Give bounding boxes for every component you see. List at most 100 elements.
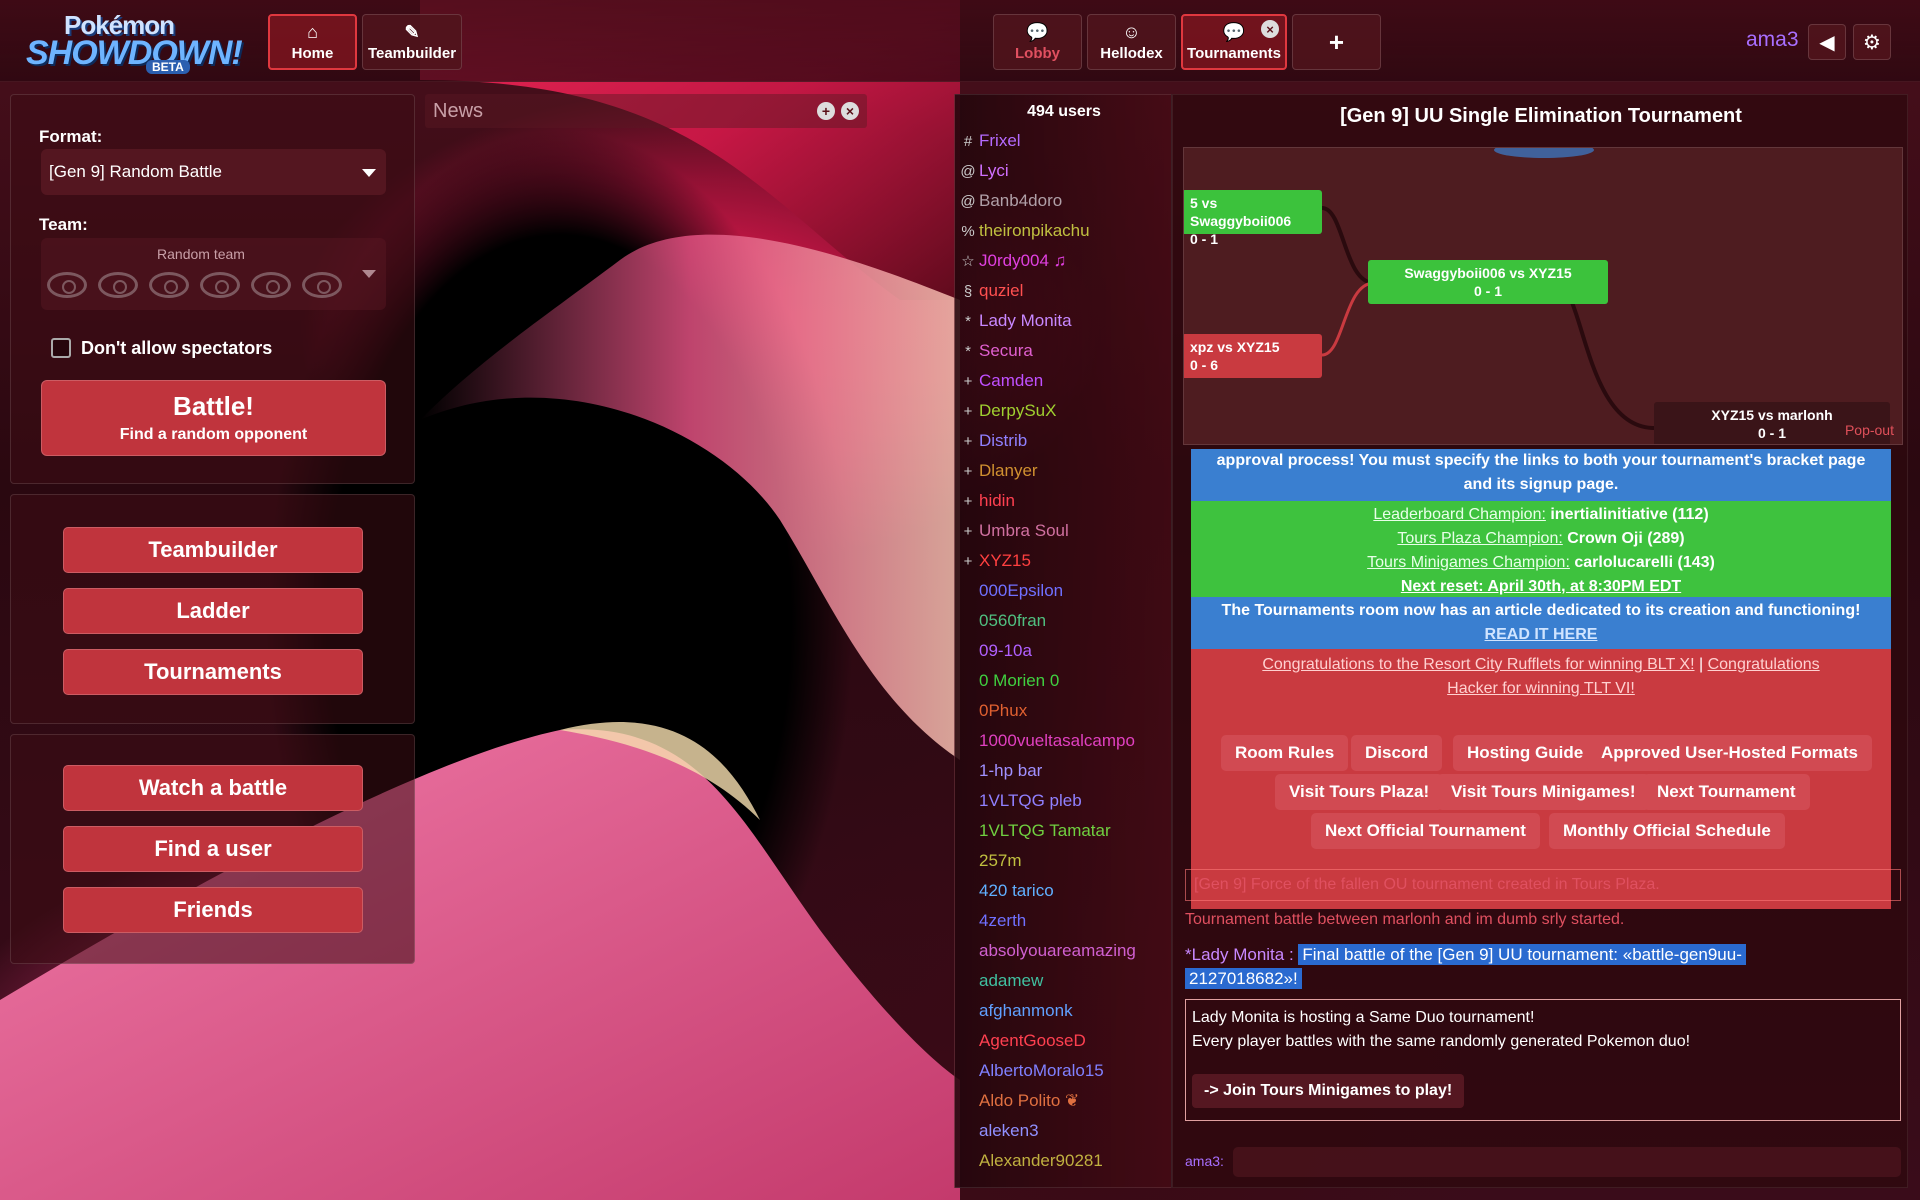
next-reset-link[interactable]: Next reset: April 30th, at 8:30PM EDT [1401, 578, 1681, 595]
userlist-item[interactable]: 000Epsilon [959, 581, 1063, 609]
userlist-item[interactable]: + hidin [959, 491, 1015, 519]
user-rank-symbol: + [963, 403, 973, 420]
userlist-item[interactable]: 257m [959, 851, 1022, 879]
userlist-item[interactable]: afghanmonk [959, 1001, 1073, 1029]
next-official-tournament-button[interactable]: Next Official Tournament [1311, 813, 1540, 849]
userlist-item[interactable]: + DerpySuX [959, 401, 1057, 429]
chat-message-text[interactable]: 2127018682»! [1185, 968, 1302, 989]
read-it-here-link[interactable]: READ IT HERE [1485, 626, 1598, 643]
chat-message-user[interactable]: *Lady Monita : [1185, 945, 1294, 964]
close-icon[interactable]: × [1261, 20, 1279, 38]
hosting-guide-button[interactable]: Hosting Guide [1453, 735, 1598, 771]
userlist-item[interactable]: * Secura [959, 341, 1033, 369]
userlist-item[interactable]: absolyouareamazing [959, 941, 1136, 969]
bracket-match[interactable]: xpz vs XYZ15 0 - 6 [1184, 334, 1322, 378]
congrats-rufflets-link[interactable]: Congratulations to the Resort City Ruffl… [1262, 656, 1694, 673]
visit-tours-minigames-button[interactable]: Visit Tours Minigames! [1437, 774, 1650, 810]
tab-lobby[interactable]: 💬 Lobby [993, 14, 1082, 70]
userlist-item[interactable]: AlbertoMoralo15 [959, 1061, 1104, 1089]
team-select[interactable]: Random team [41, 238, 386, 310]
teambuilder-button[interactable]: Teambuilder [63, 527, 363, 573]
discord-button[interactable]: Discord [1351, 735, 1443, 771]
nav-home-button[interactable]: ⌂ Home [268, 14, 357, 70]
format-select[interactable]: [Gen 9] Random Battle [41, 149, 386, 195]
bracket-match-players: 5 vs Swaggyboii006 [1190, 195, 1292, 229]
userlist-item[interactable]: ☆ J0rdy004 ♫ [959, 251, 1066, 279]
chat-notice-battle: Tournament battle between marlonh and im… [1185, 911, 1901, 929]
monthly-schedule-button[interactable]: Monthly Official Schedule [1549, 813, 1785, 849]
userlist-item[interactable]: + XYZ15 [959, 551, 1031, 579]
watch-battle-button[interactable]: Watch a battle [63, 765, 363, 811]
userlist-item[interactable]: 09-10a [959, 641, 1032, 669]
userlist-item[interactable]: 0Phux [959, 701, 1027, 729]
user-name: Secura [979, 341, 1033, 360]
bracket-match[interactable]: 5 vs Swaggyboii006 0 - 1 [1184, 190, 1322, 247]
user-name: Umbra Soul [979, 521, 1069, 540]
host-announcement-line: Lady Monita is hosting a Same Duo tourna… [1192, 1009, 1535, 1026]
intro-approval-text: approval process! You must specify the l… [1216, 452, 1866, 469]
userlist-item[interactable]: adamew [959, 971, 1043, 999]
userlist-item[interactable]: aleken3 [959, 1121, 1039, 1149]
leaderboard-champion-link[interactable]: Leaderboard Champion: [1373, 506, 1546, 523]
nav-teambuilder-button[interactable]: ✎ Teambuilder [362, 14, 462, 70]
userlist-item[interactable]: @ Lyci [959, 161, 1008, 189]
find-user-button[interactable]: Find a user [63, 826, 363, 872]
tournaments-button[interactable]: Tournaments [63, 649, 363, 695]
close-icon[interactable]: × [841, 102, 859, 120]
chat-message-input[interactable] [1233, 1147, 1901, 1177]
userlist-item[interactable]: + Dlanyer [959, 461, 1038, 489]
userlist-item[interactable]: * Lady Monita [959, 311, 1072, 339]
user-name: 1000vueltasalcampo [979, 731, 1135, 750]
userlist-item[interactable]: 1-hp bar [959, 761, 1042, 789]
plaza-champion-link[interactable]: Tours Plaza Champion: [1397, 530, 1562, 547]
username-link[interactable]: ama3 [1746, 28, 1799, 52]
userlist-item[interactable]: # Frixel [959, 131, 1021, 159]
chat-message-text[interactable]: Final battle of the [Gen 9] UU tournamen… [1298, 944, 1746, 965]
sound-button[interactable]: ◀ [1808, 24, 1846, 60]
userlist-item[interactable]: Alexander90281 [959, 1151, 1103, 1179]
approved-formats-button[interactable]: Approved User-Hosted Formats [1587, 735, 1872, 771]
friends-button[interactable]: Friends [63, 887, 363, 933]
app-logo[interactable]: Pokémon SHOWDOWN! BETA [26, 8, 246, 74]
userlist-item[interactable]: + Camden [959, 371, 1044, 399]
no-spectators-label[interactable]: Don't allow spectators [81, 338, 272, 359]
team-label: Team: [39, 215, 88, 234]
userlist-item[interactable]: 0 Morien 0 [959, 671, 1059, 699]
user-name: AlbertoMoralo15 [979, 1061, 1104, 1080]
congrats-hacker-link[interactable]: Congratulations [1708, 656, 1820, 673]
user-rank-symbol: ☆ [961, 253, 975, 270]
userlist-item[interactable]: 1VLTQG Tamatar [959, 821, 1111, 849]
room-rules-button[interactable]: Room Rules [1221, 735, 1349, 771]
join-minigames-button[interactable]: -> Join Tours Minigames to play! [1192, 1074, 1465, 1108]
userlist-item[interactable]: @ Banb4doro [959, 191, 1062, 219]
userlist-item[interactable]: 0560fran [959, 611, 1046, 639]
userlist-item[interactable]: + Umbra Soul [959, 521, 1069, 549]
userlist-item[interactable]: AgentGooseD [959, 1031, 1086, 1059]
add-tab-button[interactable]: + [1292, 14, 1381, 70]
battle-button[interactable]: Battle! Find a random opponent [41, 380, 386, 456]
tab-tournaments[interactable]: 💬 Tournaments × [1181, 14, 1287, 70]
ladder-button[interactable]: Ladder [63, 588, 363, 634]
visit-tours-plaza-button[interactable]: Visit Tours Plaza! [1275, 774, 1444, 810]
congrats-hacker-link[interactable]: Hacker for winning TLT VI! [1447, 680, 1635, 697]
userlist-item[interactable]: 1000vueltasalcampo [959, 731, 1135, 759]
minigames-champion-link[interactable]: Tours Minigames Champion: [1367, 554, 1570, 571]
chat-bubble-icon: 💬 [1222, 21, 1246, 42]
userlist-item[interactable]: § quziel [959, 281, 1024, 309]
user-name: Dlanyer [979, 461, 1038, 480]
bracket-match[interactable]: Swaggyboii006 vs XYZ15 0 - 1 [1368, 260, 1608, 304]
settings-button[interactable]: ⚙ [1853, 24, 1891, 60]
userlist-item[interactable]: % theironpikachu [959, 221, 1089, 249]
bracket-popout-link[interactable]: Pop-out [1845, 422, 1894, 438]
user-name: 420 tarico [979, 881, 1054, 900]
tab-hellodex[interactable]: ☺ Hellodex [1087, 14, 1176, 70]
userlist-item[interactable]: + Distrib [959, 431, 1028, 459]
tournament-bracket[interactable]: 5 vs Swaggyboii006 0 - 1 xpz vs XYZ15 0 … [1183, 147, 1903, 445]
userlist-item[interactable]: 1VLTQG pleb [959, 791, 1082, 819]
expand-icon[interactable]: + [817, 102, 835, 120]
userlist-item[interactable]: 420 tarico [959, 881, 1054, 909]
userlist-item[interactable]: 4zerth [959, 911, 1026, 939]
userlist-item[interactable]: Aldo Polito ❦ [959, 1091, 1079, 1119]
next-tournament-button[interactable]: Next Tournament [1643, 774, 1810, 810]
no-spectators-checkbox[interactable] [51, 338, 71, 358]
